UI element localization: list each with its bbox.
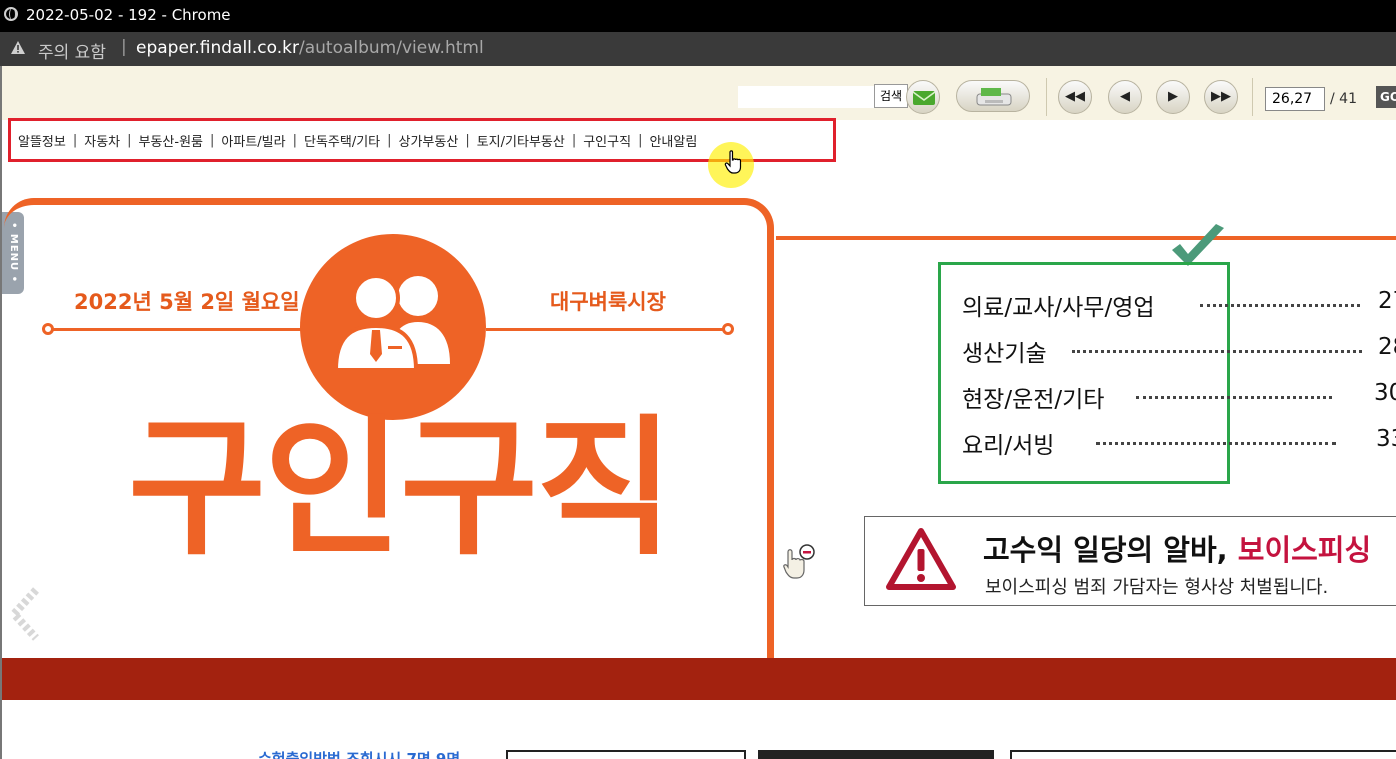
first-page-button[interactable]: ◀◀ xyxy=(1058,80,1092,114)
toc-item-label[interactable]: 생산기술 xyxy=(962,334,1047,368)
menu-separator: | xyxy=(210,132,215,148)
section-divider-line xyxy=(776,236,1396,240)
search-input[interactable] xyxy=(738,86,878,108)
decor-dot-right xyxy=(722,323,734,335)
previous-spread-arrow-icon[interactable] xyxy=(6,586,42,642)
toc-leader xyxy=(1136,396,1332,399)
window-title: 2022-05-02 - 192 - Chrome xyxy=(26,6,231,24)
page-bottom-band xyxy=(2,658,1396,700)
hand-pointer-icon xyxy=(724,150,742,174)
banner-headline-text: 고수익 일당의 알바, xyxy=(983,533,1228,567)
category-item-house[interactable]: 단독주택/기타 xyxy=(304,131,380,150)
cover-date: 2022년 5월 2일 월요일 xyxy=(74,290,300,314)
double-chevron-right-icon: ▶▶ xyxy=(1211,89,1231,104)
url-path: /autoalbum/view.html xyxy=(298,38,484,58)
last-page-button[interactable]: ▶▶ xyxy=(1204,80,1238,114)
next-page-button[interactable]: ▶ xyxy=(1156,80,1190,114)
category-item-apartment[interactable]: 아파트/빌라 xyxy=(221,131,285,150)
toc-item-page: 28 xyxy=(1378,334,1396,360)
warning-triangle-icon xyxy=(886,528,956,590)
zoom-out-cursor-icon xyxy=(783,544,815,579)
voice-phishing-banner: 고수익 일당의 알바, 보이스피싱 보이스피싱 범죄 가담자는 형사상 처벌됩니… xyxy=(864,516,1396,606)
warning-icon[interactable] xyxy=(10,40,26,56)
chevron-right-icon: ▶ xyxy=(1168,89,1178,104)
preview-cut-text: 수험출입방법 조회시시 7면 9면 xyxy=(258,750,461,759)
category-item-notice[interactable]: 안내알림 xyxy=(649,131,697,150)
printer-icon xyxy=(976,88,1012,106)
address-bar[interactable]: 주의 요함 | epaper.findall.co.kr/autoalbum/v… xyxy=(0,32,1396,66)
address-separator: | xyxy=(121,37,127,57)
prev-page-button[interactable]: ◀ xyxy=(1108,80,1142,114)
security-label[interactable]: 주의 요함 xyxy=(38,38,106,63)
window-titlebar: 2022-05-02 - 192 - Chrome xyxy=(0,0,1396,32)
double-chevron-left-icon: ◀◀ xyxy=(1065,89,1085,104)
search-button[interactable]: 검색 xyxy=(874,84,908,108)
menu-separator: | xyxy=(571,132,577,148)
decor-rule-left xyxy=(48,328,303,331)
banner-headline-em: 보이스피싱 xyxy=(1237,533,1372,567)
page-number-input[interactable]: 26,27 xyxy=(1265,87,1325,111)
category-item-commercial[interactable]: 상가부동산 xyxy=(399,131,459,150)
menu-separator: | xyxy=(387,132,392,148)
menu-separator: | xyxy=(292,132,297,148)
toc-item-label[interactable]: 의료/교사/사무/영업 xyxy=(962,288,1155,322)
category-item-land[interactable]: 토지/기타부동산 xyxy=(477,131,565,150)
email-button[interactable] xyxy=(906,80,940,114)
viewer-toolbar: 검색 ◀◀ ◀ ▶ ▶▶ 26,27 / 41 G xyxy=(2,66,1396,120)
category-item-oneroom[interactable]: 부동산-원룸 xyxy=(139,131,204,150)
menu-separator: | xyxy=(638,132,643,148)
next-section-preview: 수험출입방법 조회시시 7면 9면 xyxy=(2,700,1396,759)
toc-item-label[interactable]: 현장/운전/기타 xyxy=(962,380,1104,414)
page-total: / 41 xyxy=(1330,91,1357,107)
banner-headline: 고수익 일당의 알바, 보이스피싱 xyxy=(983,527,1371,569)
toc-item-page: 30 xyxy=(1374,380,1396,406)
cover-title: 구인구직 xyxy=(128,402,674,576)
banner-subtext: 보이스피싱 범죄 가담자는 형사상 처벌됩니다. xyxy=(985,577,1329,598)
chevron-left-icon: ◀ xyxy=(1120,89,1130,104)
toc-leader xyxy=(1200,304,1360,307)
menu-separator: | xyxy=(127,132,132,148)
mail-icon xyxy=(912,91,936,105)
category-item-saving-info[interactable]: 알뜰정보 xyxy=(18,131,66,150)
category-item-jobs[interactable]: 구인구직 xyxy=(583,131,631,150)
cover-place: 대구벼룩시장 xyxy=(550,290,666,314)
menu-separator: | xyxy=(72,132,78,148)
preview-box xyxy=(758,750,994,759)
preview-box xyxy=(506,750,746,759)
preview-box xyxy=(1010,750,1396,759)
toc-leader xyxy=(1072,350,1362,353)
toc-item-label[interactable]: 요리/서빙 xyxy=(962,426,1054,460)
print-button[interactable] xyxy=(956,80,1030,112)
toc-leader xyxy=(1096,442,1336,445)
category-item-car[interactable]: 자동차 xyxy=(84,131,120,150)
globe-icon xyxy=(4,7,18,21)
menu-separator: | xyxy=(465,132,470,148)
go-button[interactable]: GO xyxy=(1376,86,1396,108)
people-icon xyxy=(300,234,486,420)
url-text[interactable]: epaper.findall.co.kr/autoalbum/view.html xyxy=(136,38,484,58)
toc-item-page: 27 xyxy=(1378,288,1396,314)
toc-item-page: 33 xyxy=(1376,426,1396,452)
page-viewport: 검색 ◀◀ ◀ ▶ ▶▶ 26,27 / 41 G 알뜰정보 | 자동차 | 부… xyxy=(0,66,1396,759)
url-host: epaper.findall.co.kr xyxy=(136,38,299,58)
toolbar-divider xyxy=(1046,78,1047,116)
decor-dot-left xyxy=(42,323,54,335)
toolbar-divider xyxy=(1252,78,1253,116)
decor-rule-right xyxy=(486,328,726,331)
